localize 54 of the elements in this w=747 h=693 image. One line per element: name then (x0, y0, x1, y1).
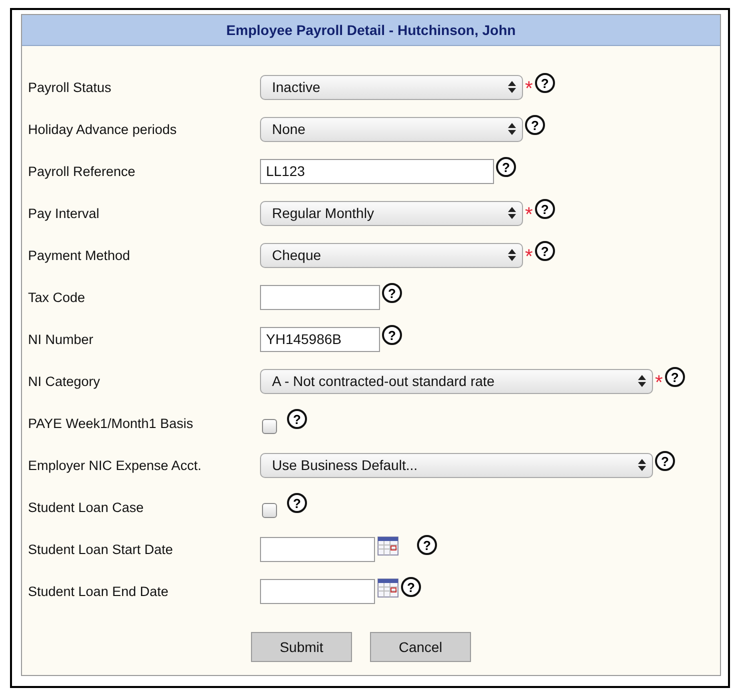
cancel-button[interactable]: Cancel (370, 632, 471, 662)
panel-title: Employee Payroll Detail - Hutchinson, John (22, 15, 720, 46)
stepper-arrows-icon (508, 249, 516, 261)
field-label: Payroll Reference (28, 164, 136, 178)
help-icon[interactable]: ? (382, 283, 402, 303)
required-mark: * (525, 247, 533, 267)
help-icon[interactable]: ? (655, 451, 675, 471)
help-icon[interactable]: ? (534, 73, 555, 93)
field-label: NI Category (28, 374, 102, 388)
field-label: Payment Method (28, 248, 132, 262)
input-field[interactable] (260, 284, 380, 310)
help-icon[interactable]: ? (664, 367, 685, 387)
checkbox[interactable] (262, 502, 277, 518)
field-label: Tax Code (28, 290, 86, 304)
dropdown[interactable]: None (260, 116, 523, 142)
field-label: Student Loan Case (28, 500, 145, 514)
date-field[interactable] (260, 578, 375, 604)
field-label: Holiday Advance periods (28, 122, 178, 136)
calendar-icon[interactable] (377, 578, 399, 598)
dropdown[interactable]: Use Business Default... (260, 452, 653, 478)
field-label: NI Number (28, 332, 94, 346)
submit-button[interactable]: Submit (251, 632, 352, 662)
stepper-arrows-icon (508, 207, 516, 219)
field-label: PAYE Week1/Month1 Basis (28, 416, 194, 430)
dropdown[interactable]: A - Not contracted-out standard rate (260, 368, 653, 394)
input-field[interactable]: LL123 (260, 158, 494, 184)
dropdown[interactable]: Inactive (260, 74, 523, 100)
help-icon[interactable]: ? (417, 535, 437, 555)
stepper-arrows-icon (508, 81, 516, 93)
dropdown[interactable]: Cheque (260, 242, 523, 268)
field-label: Employer NIC Expense Acct. (28, 458, 202, 472)
help-icon[interactable]: ? (534, 199, 555, 219)
required-mark: * (525, 79, 533, 99)
required-mark: * (525, 205, 533, 225)
help-icon[interactable]: ? (382, 325, 402, 345)
help-icon[interactable]: ? (287, 409, 307, 429)
checkbox[interactable] (262, 418, 277, 434)
help-icon[interactable]: ? (525, 115, 545, 135)
field-label: Payroll Status (28, 80, 112, 94)
date-field[interactable] (260, 536, 375, 562)
required-mark: * (655, 373, 663, 393)
help-icon[interactable]: ? (534, 241, 555, 261)
help-icon[interactable]: ? (287, 493, 307, 513)
help-icon[interactable]: ? (496, 157, 516, 177)
stepper-arrows-icon (638, 375, 646, 387)
field-label: Student Loan Start Date (28, 542, 174, 556)
input-field[interactable]: YH145986B (260, 326, 380, 352)
stepper-arrows-icon (508, 123, 516, 135)
stepper-arrows-icon (638, 459, 646, 471)
calendar-icon[interactable] (377, 536, 399, 556)
field-label: Student Loan End Date (28, 584, 170, 598)
field-label: Pay Interval (28, 206, 100, 220)
help-icon[interactable]: ? (401, 577, 421, 597)
dropdown[interactable]: Regular Monthly (260, 200, 523, 226)
